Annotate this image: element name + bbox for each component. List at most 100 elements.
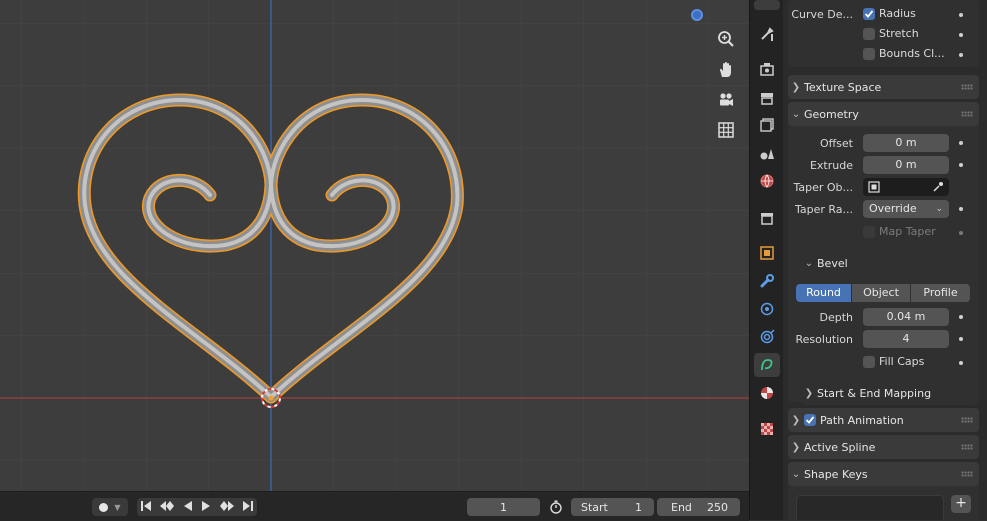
tab-data[interactable] <box>754 353 780 377</box>
path-animation-panel-header[interactable]: ❯ Path Animation <box>788 408 979 432</box>
bounds-clamp-label: Bounds Cl... <box>879 47 945 60</box>
add-shape-key-button[interactable]: + <box>951 495 971 513</box>
drag-grip-icon[interactable] <box>961 417 973 423</box>
animate-stretch-dot[interactable] <box>959 33 963 37</box>
texture-icon <box>761 423 773 435</box>
geometry-panel-header[interactable]: ⌄ Geometry <box>788 102 979 126</box>
depth-label: Depth <box>819 311 853 324</box>
bevel-title: Bevel <box>817 256 848 270</box>
active-spline-panel-header[interactable]: ❯ Active Spline <box>788 435 979 459</box>
hand-icon[interactable] <box>712 58 740 82</box>
drag-grip-icon[interactable] <box>961 444 973 450</box>
animate-fill-caps-dot[interactable] <box>959 361 963 365</box>
zoom-icon[interactable] <box>712 27 740 51</box>
drag-grip-icon[interactable] <box>961 84 973 90</box>
animate-taper-radius-dot[interactable] <box>959 207 963 211</box>
checkmark-icon <box>864 10 874 18</box>
stretch-label: Stretch <box>879 27 919 40</box>
next-keyframe-icon[interactable] <box>219 500 235 515</box>
radius-label: Radius <box>879 7 916 20</box>
tab-material[interactable] <box>754 381 780 405</box>
active-spline-title: Active Spline <box>804 440 876 454</box>
material-icon <box>761 387 773 399</box>
tab-modifiers[interactable] <box>754 269 780 293</box>
animate-bounds-dot[interactable] <box>959 53 963 57</box>
bevel-mode-profile[interactable]: Profile <box>911 284 970 302</box>
chevron-down-icon: ⌄ <box>791 468 801 480</box>
bevel-mode-object[interactable]: Object <box>852 284 910 302</box>
radius-checkbox[interactable] <box>863 8 875 20</box>
properties-tab-strip <box>749 0 784 520</box>
keyframe-dropdown[interactable]: ▼ <box>92 498 128 516</box>
extrude-field[interactable]: 0 m <box>863 156 949 174</box>
shape-keys-list[interactable] <box>796 495 944 520</box>
bevel-subpanel-header[interactable]: ⌄ Bevel <box>801 251 979 275</box>
texture-space-panel-header[interactable]: ❯ Texture Space <box>788 75 979 99</box>
current-frame-field[interactable]: 1 <box>467 498 540 516</box>
animate-depth-dot[interactable] <box>959 315 963 319</box>
bounds-clamp-checkbox[interactable] <box>863 48 875 60</box>
tab-collection[interactable] <box>754 206 780 230</box>
3d-viewport[interactable] <box>0 0 749 491</box>
tab-view-layer[interactable] <box>754 113 780 137</box>
tab-scene[interactable] <box>754 141 780 165</box>
shape-keys-panel-header[interactable]: ⌄ Shape Keys <box>788 462 979 486</box>
prev-keyframe-icon[interactable] <box>159 500 175 515</box>
end-label: End <box>671 500 692 514</box>
play-icon[interactable] <box>200 500 212 515</box>
offset-field[interactable]: 0 m <box>863 134 949 152</box>
jump-end-icon[interactable] <box>242 500 254 515</box>
tab-output[interactable] <box>754 86 780 110</box>
geometry-title: Geometry <box>804 107 859 121</box>
bevel-mode-round[interactable]: Round <box>796 284 851 302</box>
depth-field[interactable]: 0.04 m <box>863 308 949 326</box>
tab-particles[interactable] <box>754 297 780 321</box>
scene-icon <box>760 149 774 160</box>
playback-controls <box>137 498 257 516</box>
resolution-label: Resolution <box>795 333 853 346</box>
tab-world[interactable] <box>754 169 780 193</box>
taper-object-label: Taper Ob... <box>793 181 853 194</box>
drag-grip-icon[interactable] <box>961 111 973 117</box>
jump-start-icon[interactable] <box>140 500 152 515</box>
tab-tool[interactable] <box>754 22 780 46</box>
fill-caps-label: Fill Caps <box>879 355 925 368</box>
stopwatch-icon[interactable] <box>546 498 566 516</box>
tab-texture[interactable] <box>754 417 780 441</box>
animate-extrude-dot[interactable] <box>959 163 963 167</box>
fill-caps-checkbox[interactable] <box>863 356 875 368</box>
navigation-gizmo-z-axis[interactable] <box>691 9 703 21</box>
animate-offset-dot[interactable] <box>959 141 963 145</box>
object-icon <box>760 246 774 260</box>
drag-grip-icon[interactable] <box>961 471 973 477</box>
camera-icon[interactable] <box>712 88 740 112</box>
animate-radius-dot[interactable] <box>959 13 963 17</box>
start-end-mapping-title: Start & End Mapping <box>817 386 932 400</box>
animate-map-taper-dot[interactable] <box>959 231 963 235</box>
animate-resolution-dot[interactable] <box>959 337 963 341</box>
tab-render[interactable] <box>754 57 780 81</box>
eyedropper-icon[interactable] <box>932 181 944 193</box>
tab-physics[interactable] <box>754 325 780 349</box>
start-end-mapping-header[interactable]: ❯ Start & End Mapping <box>801 381 979 405</box>
stretch-checkbox[interactable] <box>863 28 875 40</box>
curve-deform-label: Curve De... <box>791 8 853 21</box>
chevron-down-icon: ⌄ <box>804 257 814 269</box>
tab-object[interactable] <box>754 241 780 265</box>
offset-label: Offset <box>819 137 853 150</box>
end-frame-field[interactable]: End 250 <box>657 498 740 516</box>
taper-radius-dropdown[interactable]: Override ⌄ <box>863 200 949 218</box>
start-value: 1 <box>635 500 642 514</box>
resolution-field[interactable]: 4 <box>863 330 949 348</box>
editor-type-button[interactable] <box>754 0 780 10</box>
start-frame-field[interactable]: Start 1 <box>571 498 654 516</box>
path-animation-checkbox[interactable] <box>804 414 816 426</box>
play-reverse-icon[interactable] <box>182 500 194 515</box>
grid-icon[interactable] <box>712 118 740 142</box>
texture-space-title: Texture Space <box>804 80 882 94</box>
map-taper-checkbox[interactable] <box>863 226 875 238</box>
shape-keys-title: Shape Keys <box>804 467 868 481</box>
world-icon <box>760 174 774 188</box>
map-taper-label: Map Taper <box>879 225 936 238</box>
taper-object-field[interactable] <box>863 178 949 196</box>
